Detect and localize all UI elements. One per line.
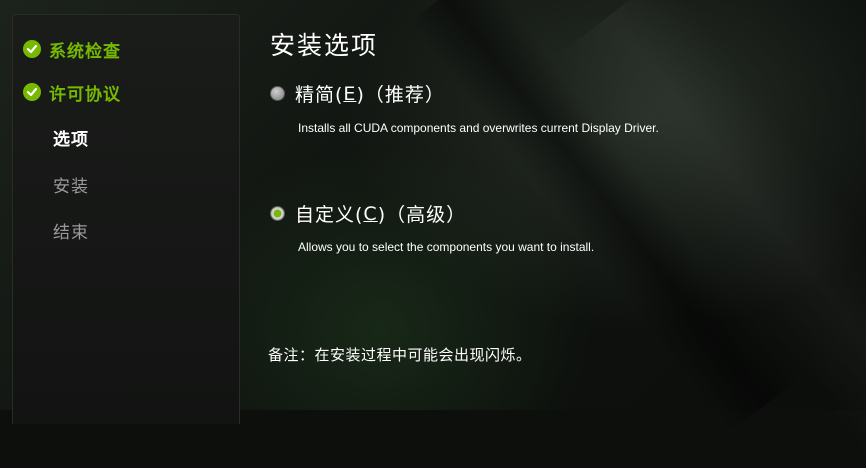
checkmark-icon — [23, 40, 41, 58]
sidebar-item-system-check: 系统检查 — [23, 37, 121, 62]
option-label-suffix: )（推荐） — [356, 84, 445, 106]
flicker-note: 备注：在安装过程中可能会出现闪烁。 — [268, 346, 532, 364]
custom-option-description: Allows you to select the components you … — [298, 240, 595, 254]
sidebar-item-label: 许可协议 — [49, 84, 121, 105]
option-label-prefix: 精简( — [295, 84, 344, 106]
sidebar-item-license: 许可协议 — [23, 80, 121, 105]
sidebar-item-label: 选项 — [53, 129, 89, 150]
radio-unselected-icon[interactable] — [270, 86, 285, 101]
sidebar-item-label: 结束 — [53, 222, 89, 243]
page-title: 安装选项 — [270, 31, 379, 60]
sidebar-item-options: 选项 — [23, 125, 89, 150]
option-mnemonic: C — [363, 202, 378, 225]
option-mnemonic: E — [343, 82, 357, 105]
sidebar-item-finish: 结束 — [23, 218, 89, 243]
sidebar-item-install: 安装 — [23, 172, 89, 197]
custom-option-radio[interactable]: 自定义(C)（高级） — [270, 200, 466, 227]
checkmark-icon — [23, 83, 41, 101]
radio-selected-icon[interactable] — [270, 206, 285, 221]
sidebar-item-label: 系统检查 — [49, 41, 121, 62]
sidebar-item-label: 安装 — [53, 176, 89, 197]
express-option-description: Installs all CUDA components and overwri… — [298, 121, 659, 135]
express-option-radio[interactable]: 精简(E)（推荐） — [270, 80, 445, 107]
steps-sidebar: 系统检查 许可协议 选项 安装 结束 — [12, 14, 240, 424]
option-label-prefix: 自定义( — [295, 204, 364, 226]
option-label-suffix: )（高级） — [377, 204, 467, 226]
